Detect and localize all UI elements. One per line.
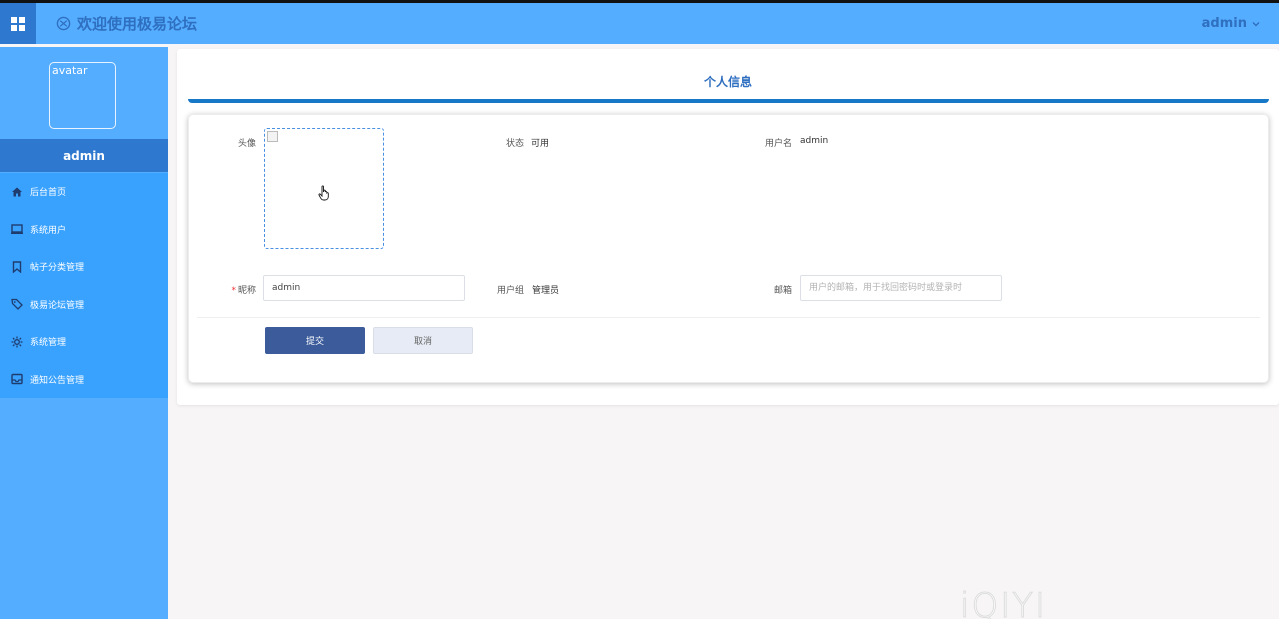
user-menu[interactable]: admin: [1202, 3, 1261, 44]
tag-icon: [11, 299, 23, 311]
profile-panel: 个人信息 头像 状态 可用 用户名 admin *昵称 用户组 管理员 邮箱 提…: [177, 49, 1279, 405]
title-underline: [188, 99, 1269, 103]
username-value: admin: [800, 136, 829, 146]
avatar-upload[interactable]: [264, 128, 384, 249]
cancel-button[interactable]: 取消: [373, 327, 473, 354]
bookmark-icon: [12, 261, 22, 273]
app-title: 欢迎使用极易论坛: [56, 3, 197, 44]
sidebar-item-post-categories[interactable]: 帖子分类管理: [0, 248, 168, 286]
username-label: 用户名: [764, 139, 792, 149]
top-bar: 欢迎使用极易论坛 admin: [0, 0, 1279, 44]
sidebar-avatar: avatar: [49, 62, 116, 129]
home-icon: [12, 187, 22, 197]
logo-icon: [56, 16, 71, 31]
page-title: 个人信息: [703, 75, 752, 89]
avatar-label: 头像: [237, 139, 256, 149]
sidebar-menu: 后台首页 系统用户 帖子分类管理 极易论坛管理 系统管理 通知公告管理: [0, 173, 168, 398]
sidebar-item-notices[interactable]: 通知公告管理: [0, 361, 168, 399]
sidebar-item-label: 系统用户: [30, 225, 67, 236]
chevron-down-icon: [1252, 21, 1260, 26]
app-title-text: 欢迎使用极易论坛: [77, 15, 198, 33]
gear-icon: [11, 336, 23, 348]
nickname-input[interactable]: [263, 275, 465, 301]
email-label: 邮箱: [773, 286, 792, 296]
sidebar-item-users[interactable]: 系统用户: [0, 211, 168, 249]
user-group-label: 用户组: [496, 286, 524, 296]
form-divider: [197, 317, 1260, 318]
sidebar: avatar admin 后台首页 系统用户 帖子分类管理 极易论坛管理 系统管…: [0, 47, 168, 619]
email-input[interactable]: [800, 275, 1002, 301]
menu-toggle-button[interactable]: [0, 3, 36, 44]
nickname-label: * 昵称: [219, 283, 256, 296]
profile-form: 头像 状态 可用 用户名 admin *昵称 用户组 管理员 邮箱 提交 取消: [188, 114, 1269, 383]
nickname-label-text: 昵称: [237, 286, 256, 296]
sidebar-item-forum[interactable]: 极易论坛管理: [0, 286, 168, 324]
avatar-alt-text: avatar: [52, 64, 88, 77]
user-menu-name: admin: [1201, 16, 1247, 31]
sidebar-item-label: 后台首页: [30, 188, 67, 199]
inbox-icon: [11, 374, 23, 385]
required-mark: *: [231, 286, 236, 296]
sidebar-item-label: 通知公告管理: [30, 375, 85, 386]
user-group-value: 管理员: [532, 286, 560, 296]
sidebar-item-label: 系统管理: [30, 338, 67, 349]
status-value: 可用: [531, 139, 550, 149]
monitor-icon: [11, 224, 23, 235]
grid-icon: [11, 16, 25, 31]
sidebar-item-label: 帖子分类管理: [30, 263, 85, 274]
sidebar-item-label: 极易论坛管理: [30, 300, 85, 311]
sidebar-item-home[interactable]: 后台首页: [0, 173, 168, 211]
submit-button[interactable]: 提交: [265, 327, 365, 354]
broken-image-icon: [267, 131, 278, 142]
status-label: 状态: [505, 139, 524, 149]
hand-cursor-icon: [318, 185, 329, 201]
watermark-logo: iQIYI: [959, 586, 1048, 619]
sidebar-username: admin: [0, 139, 168, 172]
sidebar-item-system[interactable]: 系统管理: [0, 323, 168, 361]
